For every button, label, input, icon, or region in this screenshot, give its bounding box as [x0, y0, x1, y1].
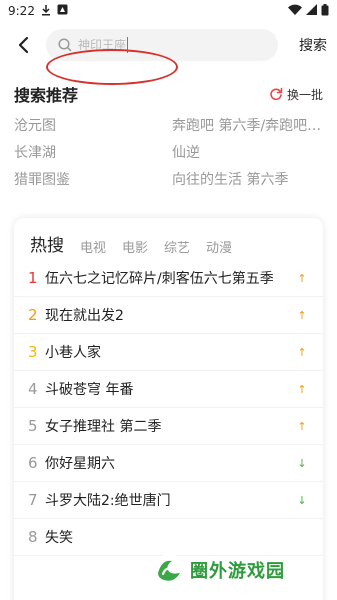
trend-up-icon: ↑: [297, 382, 307, 396]
watermark: 圈外游戏园: [152, 553, 285, 587]
hot-list: 1 伍六七之记忆碎片/刺客伍六七第五季 ↑ 2 现在就出发2 ↑ 3 小巷人家 …: [14, 260, 323, 556]
trend-down-icon: ↓: [297, 456, 307, 470]
search-bar: 搜索: [0, 22, 337, 85]
rank-number: 8: [28, 528, 38, 546]
refresh-button[interactable]: 换一批: [269, 86, 323, 103]
tab-hot[interactable]: 热搜: [30, 231, 64, 256]
rank-number: 1: [28, 269, 38, 287]
hot-title: 小巷人家: [45, 345, 101, 361]
recommend-title: 搜索推荐: [14, 86, 79, 105]
download-icon: [41, 4, 51, 19]
text-cursor: [127, 37, 128, 53]
search-icon: [58, 38, 72, 52]
recommend-item[interactable]: 沧元图: [14, 116, 172, 136]
hot-row[interactable]: 5 女子推理社 第二季 ↑: [14, 408, 323, 445]
rank-number: 3: [28, 343, 38, 361]
hot-title: 斗破苍穹 年番: [45, 382, 134, 398]
hot-row[interactable]: 1 伍六七之记忆碎片/刺客伍六七第五季 ↑: [14, 260, 323, 297]
recommend-item[interactable]: 猎罪图鉴: [14, 170, 172, 190]
tab-movie[interactable]: 电影: [122, 237, 148, 256]
signal-icon: [306, 4, 317, 18]
hot-row[interactable]: 6 你好星期六 ↓: [14, 445, 323, 482]
trend-up-icon: ↑: [297, 271, 307, 285]
battery-icon: [321, 3, 329, 19]
hot-title: 失笑: [45, 530, 73, 546]
back-button[interactable]: [10, 32, 36, 58]
hot-title: 你好星期六: [45, 456, 115, 472]
hot-title: 女子推理社 第二季: [45, 419, 162, 435]
trend-up-icon: ↑: [297, 308, 307, 322]
hot-title: 斗罗大陆2:绝世唐门: [45, 493, 171, 509]
hot-row[interactable]: 4 斗破苍穹 年番 ↑: [14, 371, 323, 408]
recommend-item[interactable]: 向往的生活 第六季: [172, 170, 322, 190]
search-input[interactable]: [78, 38, 258, 52]
rank-number: 2: [28, 306, 38, 324]
search-button[interactable]: 搜索: [299, 35, 327, 55]
rank-number: 6: [28, 454, 38, 472]
recommend-header: 搜索推荐 换一批: [0, 82, 337, 106]
tab-tv[interactable]: 电视: [80, 237, 106, 256]
hot-tabs: 热搜 电视 电影 综艺 动漫: [14, 218, 323, 256]
hot-search-card: 热搜 电视 电影 综艺 动漫 1 伍六七之记忆碎片/刺客伍六七第五季 ↑ 2 现…: [14, 218, 323, 600]
hot-title: 现在就出发2: [45, 308, 124, 324]
trend-up-icon: ↑: [297, 419, 307, 433]
search-box[interactable]: [46, 29, 278, 61]
hot-row[interactable]: 3 小巷人家 ↑: [14, 334, 323, 371]
refresh-label: 换一批: [286, 87, 323, 102]
hot-row[interactable]: 7 斗罗大陆2:绝世唐门 ↓: [14, 482, 323, 519]
recommend-list: 沧元图 奔跑吧 第六季/奔跑吧… 长津湖 仙逆 猎罪图鉴 向往的生活 第六季: [0, 116, 337, 190]
watermark-text: 圈外游戏园: [190, 561, 285, 582]
rank-number: 5: [28, 417, 38, 435]
trend-down-icon: ↓: [297, 493, 307, 507]
recommend-item[interactable]: 仙逆: [172, 143, 322, 163]
recommend-item[interactable]: 长津湖: [14, 143, 172, 163]
watermark-logo-icon: [153, 554, 185, 586]
refresh-icon: [270, 87, 283, 101]
status-bar: 9:22: [0, 0, 337, 22]
recommend-item[interactable]: 奔跑吧 第六季/奔跑吧…: [172, 116, 322, 136]
tab-variety[interactable]: 综艺: [164, 237, 190, 256]
rank-number: 4: [28, 380, 38, 398]
hot-row[interactable]: 2 现在就出发2 ↑: [14, 297, 323, 334]
hot-title: 伍六七之记忆碎片/刺客伍六七第五季: [45, 271, 274, 287]
tab-anime[interactable]: 动漫: [206, 237, 232, 256]
trend-up-icon: ↑: [297, 345, 307, 359]
notification-icon: [57, 4, 68, 18]
wifi-icon: [288, 4, 302, 18]
rank-number: 7: [28, 491, 38, 509]
status-time: 9:22: [8, 4, 35, 18]
hot-row[interactable]: 8 失笑: [14, 519, 323, 556]
chevron-left-icon: [18, 36, 29, 54]
